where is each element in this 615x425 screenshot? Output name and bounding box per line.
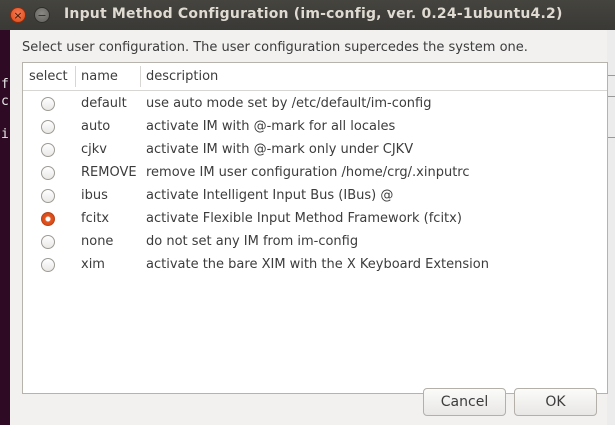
title-bar[interactable]: × − Input Method Configuration (im-confi… (0, 0, 615, 30)
select-radio[interactable] (41, 235, 55, 249)
list-item[interactable]: auto activate IM with @-mark for all loca… (23, 116, 607, 139)
list-item[interactable]: REMOVE remove IM user configuration /home… (23, 162, 607, 185)
row-description: activate the bare XIM with the X Keyboar… (146, 257, 489, 272)
row-name: REMOVE (81, 165, 137, 180)
configuration-list[interactable]: select name description default use auto … (22, 62, 608, 394)
column-header-row: select name description (23, 63, 607, 91)
terminal-text: f (1, 77, 9, 92)
column-header-select[interactable]: select (29, 69, 68, 84)
cancel-button[interactable]: Cancel (423, 388, 506, 416)
list-item[interactable]: fcitx activate Flexible Input Method Fram… (23, 208, 607, 231)
row-name: default (81, 96, 127, 111)
select-radio[interactable] (41, 258, 55, 272)
column-header-name[interactable]: name (81, 69, 118, 84)
background-terminal: f c i (0, 30, 10, 425)
ok-button[interactable]: OK (514, 388, 597, 416)
terminal-text: i (1, 127, 9, 142)
select-radio[interactable] (41, 212, 55, 226)
minimize-icon: − (37, 8, 47, 22)
row-description: remove IM user configuration /home/crg/.… (146, 165, 470, 180)
list-item[interactable]: xim activate the bare XIM with the X Keyb… (23, 254, 607, 277)
terminal-text: c (1, 94, 9, 109)
row-name: ibus (81, 188, 108, 203)
list-item[interactable]: none do not set any IM from im-config (23, 231, 607, 254)
select-radio[interactable] (41, 120, 55, 134)
select-radio[interactable] (41, 189, 55, 203)
list-item[interactable]: cjkv activate IM with @-mark only under C… (23, 139, 607, 162)
select-radio[interactable] (41, 166, 55, 180)
row-description: do not set any IM from im-config (146, 234, 359, 249)
row-name: fcitx (81, 211, 110, 226)
dialog: Select user configuration. The user conf… (10, 30, 608, 425)
close-icon: × (13, 8, 23, 22)
row-description: activate IM with @-mark only under CJKV (146, 142, 414, 157)
close-window-button[interactable]: × (10, 7, 26, 23)
minimize-window-button[interactable]: − (34, 7, 50, 23)
row-name: cjkv (81, 142, 107, 157)
list-item[interactable]: ibus activate Intelligent Input Bus (IBus… (23, 185, 607, 208)
row-description: use auto mode set by /etc/default/im-con… (146, 96, 432, 111)
row-name: auto (81, 119, 111, 134)
row-description: activate Flexible Input Method Framework… (146, 211, 462, 226)
row-name: none (81, 234, 114, 249)
row-description: activate Intelligent Input Bus (IBus) @ (146, 188, 394, 203)
select-radio[interactable] (41, 143, 55, 157)
column-header-description[interactable]: description (146, 69, 218, 84)
row-description: activate IM with @-mark for all locales (146, 119, 396, 134)
instruction-text: Select user configuration. The user conf… (22, 40, 528, 55)
window-title: Input Method Configuration (im-config, v… (64, 6, 563, 22)
row-name: xim (81, 257, 105, 272)
select-radio[interactable] (41, 97, 55, 111)
list-item[interactable]: default use auto mode set by /etc/default… (23, 93, 607, 116)
